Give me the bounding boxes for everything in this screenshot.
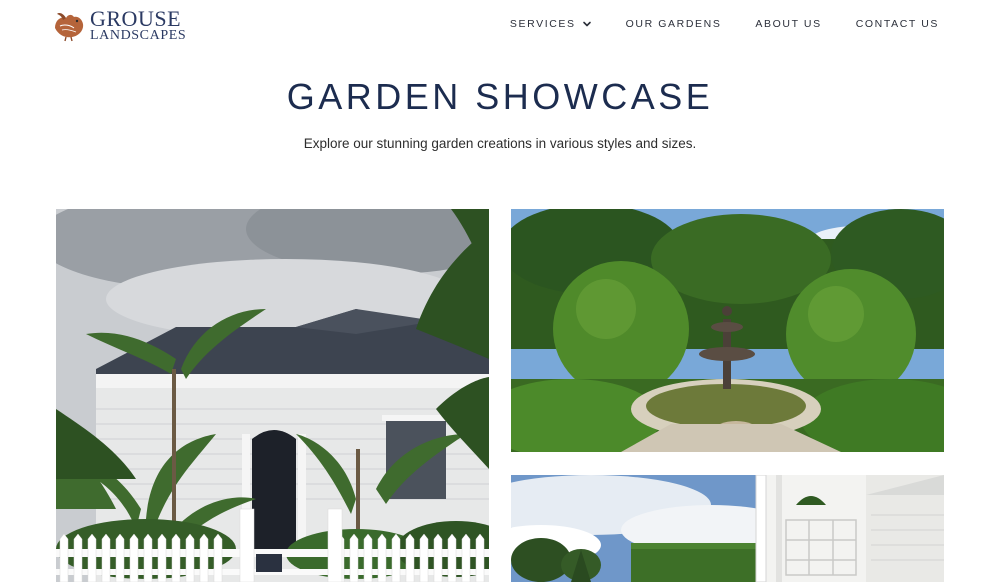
villa-garden-photo <box>56 209 489 582</box>
gallery-image-fountain[interactable] <box>511 209 944 452</box>
nav-contact-us-label: CONTACT US <box>855 18 939 30</box>
fountain-garden-photo <box>511 209 944 452</box>
brand-name-line2: LANDSCAPES <box>90 28 187 43</box>
chevron-down-icon[interactable] <box>582 19 592 29</box>
hedge-verandah-photo <box>511 475 944 582</box>
nav-our-gardens[interactable]: OUR GARDENS <box>626 18 722 30</box>
nav-about-us[interactable]: ABOUT US <box>755 18 821 30</box>
nav-about-us-label: ABOUT US <box>755 18 822 30</box>
gallery-image-villa[interactable] <box>56 209 489 582</box>
gallery-image-verandah[interactable] <box>511 475 944 582</box>
main-nav: SERVICES OUR GARDENS ABOUT US CONTACT US <box>510 18 939 30</box>
grouse-bird-icon <box>55 12 84 41</box>
nav-services-label: SERVICES <box>509 18 576 30</box>
nav-services[interactable]: SERVICES <box>510 18 592 30</box>
brand-name-line1: GROUSE <box>90 6 182 31</box>
brand-logo[interactable]: GROUSE LANDSCAPES <box>52 8 186 43</box>
nav-contact-us[interactable]: CONTACT US <box>856 18 939 30</box>
site-header: GROUSE LANDSCAPES SERVICES OUR GARDENS A… <box>0 0 1000 50</box>
page-title: GARDEN SHOWCASE <box>286 76 714 117</box>
nav-our-gardens-label: OUR GARDENS <box>625 18 722 30</box>
page-subtitle: Explore our stunning garden creations in… <box>303 136 697 151</box>
